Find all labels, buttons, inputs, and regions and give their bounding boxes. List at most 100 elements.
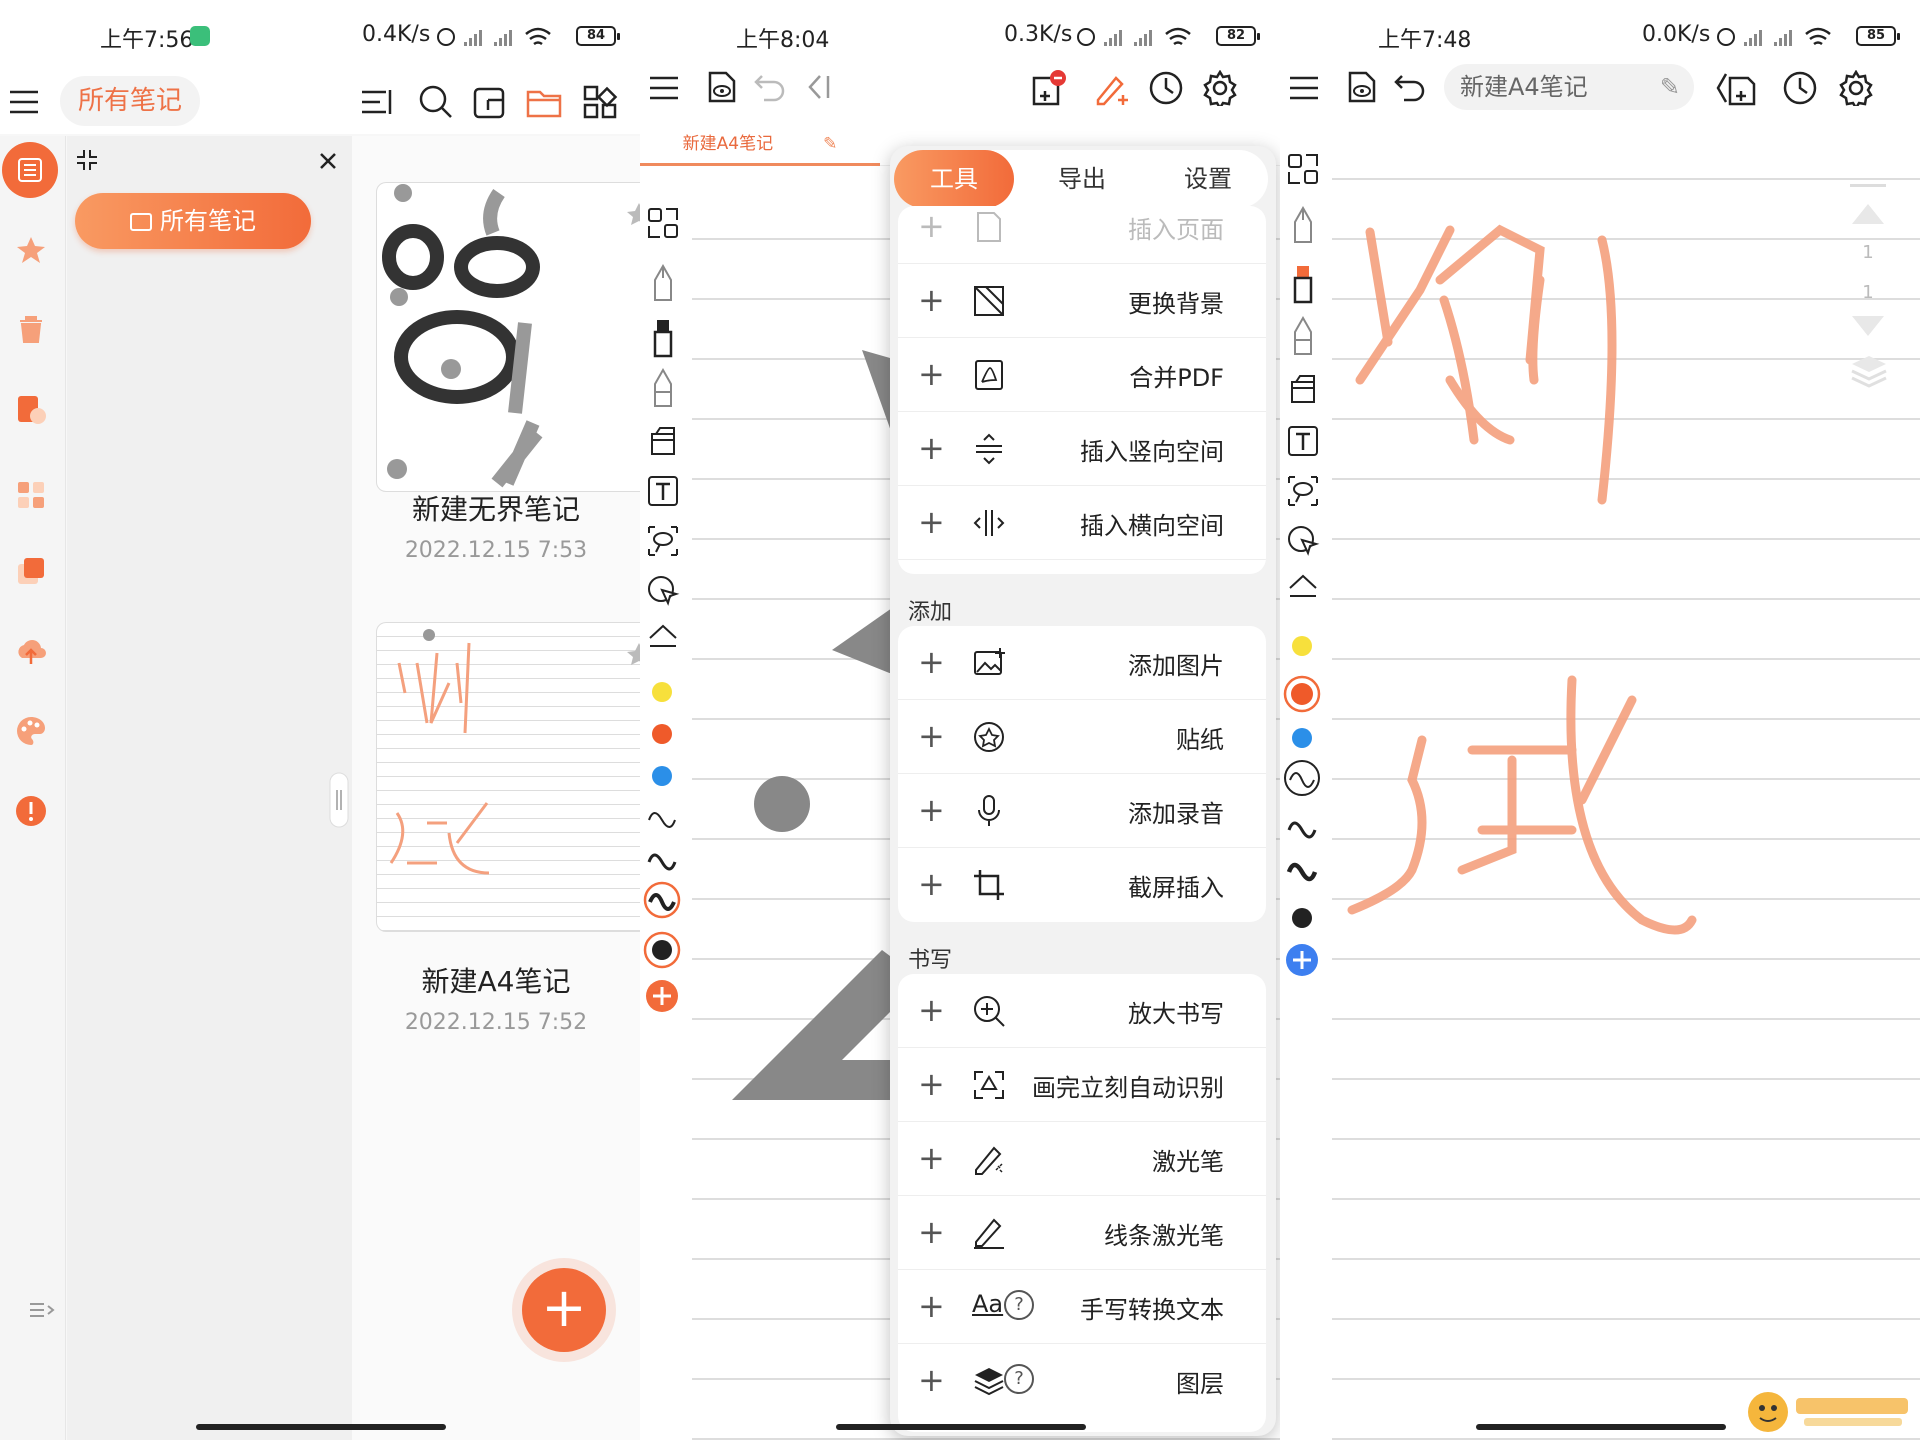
menu-row-merge-pdf[interactable]: + 合并PDF [898,338,1266,412]
add-page-icon[interactable] [1716,70,1760,108]
text-box-icon[interactable] [1286,424,1320,458]
eraser-icon[interactable] [646,424,680,458]
menu-row-add-recording[interactable]: + 添加录音 [898,774,1266,848]
templates-icon[interactable] [14,478,48,512]
pen-add-icon[interactable] [1092,70,1132,108]
menu-row-zoom-writing[interactable]: + 放大书写 [898,974,1266,1048]
menu-row-insert-page[interactable]: + 插入页面 [898,206,1266,264]
lasso-icon[interactable] [646,524,680,558]
menu-row-screenshot-insert[interactable]: + 截屏插入 [898,848,1266,922]
page-up-icon[interactable] [1850,202,1886,226]
lasso-icon[interactable] [1286,474,1320,508]
pencil-icon[interactable] [1288,316,1318,356]
marker-icon[interactable] [648,318,678,358]
page-canvas[interactable] [1332,120,1920,1440]
star-icon[interactable] [14,234,48,268]
note-title-field[interactable]: 新建A4笔记 ✎ [1444,64,1694,110]
collapse-toolbar-icon[interactable] [806,72,832,102]
undo-icon[interactable] [754,72,786,102]
color-blue[interactable] [652,766,672,786]
color-yellow[interactable] [652,682,672,702]
color-black[interactable] [1292,908,1312,928]
stroke-thick-icon[interactable] [1286,854,1318,882]
nav-all-notes[interactable] [2,142,58,198]
expand-sidebar-icon[interactable] [26,1296,60,1330]
edit-title-icon[interactable]: ✎ [823,134,837,154]
menu-row-insert-vertical-space[interactable]: + 插入竖向空间 [898,412,1266,486]
page-down-icon[interactable] [1850,314,1886,338]
note-title[interactable]: 新建无界笔记 [352,488,640,528]
folder-chip[interactable]: 所有笔记 [60,76,201,126]
history-icon[interactable] [1148,70,1184,106]
menu-row-change-background[interactable]: + 更换背景 [898,264,1266,338]
read-mode-icon[interactable] [1344,70,1378,104]
folder-icon[interactable] [526,86,562,120]
tab-document[interactable]: 新建A4笔记 ✎ [640,122,880,166]
toolbar-collapse-icon[interactable] [1286,572,1320,600]
alert-icon[interactable] [14,794,48,828]
trash-icon[interactable] [14,312,48,346]
toolbar-collapse-icon[interactable] [646,622,680,650]
grid-view-icon[interactable] [582,84,618,120]
note-card[interactable] [376,622,640,932]
marker-icon[interactable] [1288,264,1318,304]
color-black[interactable] [642,930,682,970]
select-icon[interactable] [646,574,680,608]
all-notes-folder-button[interactable]: 所有笔记 [75,193,311,249]
menu-icon[interactable] [1288,72,1320,104]
eraser-icon[interactable] [1286,372,1320,406]
search-icon[interactable] [418,84,454,120]
stroke-thin-icon[interactable] [1282,758,1322,798]
menu-icon[interactable] [8,86,40,118]
edit-icon[interactable]: ✎ [1660,64,1680,110]
tab-settings[interactable]: 设置 [1148,150,1268,208]
add-color-icon[interactable] [644,978,680,1014]
stroke-thick-icon[interactable] [642,880,682,920]
menu-row-insert-horizontal-space[interactable]: + 插入横向空间 [898,486,1266,560]
menu-row-sticker[interactable]: + 贴纸 [898,700,1266,774]
menu-row-laser-pointer[interactable]: + 激光笔 [898,1122,1266,1196]
copy-icon[interactable] [14,554,48,588]
fountain-pen-icon[interactable] [648,264,678,304]
collapse-icon[interactable] [75,148,99,172]
recent-notes-icon[interactable] [14,392,48,426]
layers-icon[interactable] [1850,354,1888,390]
sort-icon[interactable] [360,86,394,120]
tab-export[interactable]: 导出 [1022,150,1142,208]
menu-row-add-image[interactable]: + 添加图片 [898,626,1266,700]
palette-icon[interactable] [14,714,48,748]
select-icon[interactable] [1286,524,1320,558]
close-icon[interactable] [319,152,337,170]
note-title[interactable]: 新建A4笔记 [352,960,640,1000]
stroke-medium-icon[interactable] [1286,812,1318,840]
menu-row-line-laser[interactable]: + 线条激光笔 [898,1196,1266,1270]
menu-row-auto-recognize[interactable]: + 画完立刻自动识别 [898,1048,1266,1122]
color-red[interactable] [1282,674,1322,714]
stroke-thin-icon[interactable] [646,802,678,830]
text-box-icon[interactable] [646,474,680,508]
settings-icon[interactable] [1838,70,1874,106]
settings-icon[interactable] [1202,70,1238,106]
color-yellow[interactable] [1292,636,1312,656]
color-red[interactable] [652,724,672,744]
history-icon[interactable] [1782,70,1818,106]
shapes-icon[interactable] [646,206,680,240]
shapes-icon[interactable] [1286,152,1320,186]
menu-row-handwriting-to-text[interactable]: + Aa? 手写转换文本 [898,1270,1266,1344]
add-color-icon[interactable] [1284,942,1320,978]
stroke-medium-icon[interactable] [646,844,678,872]
read-mode-icon[interactable] [704,70,738,104]
menu-row-layers[interactable]: +? 图层 [898,1344,1266,1418]
color-blue[interactable] [1292,728,1312,748]
tab-tools[interactable]: 工具 [894,150,1014,208]
fountain-pen-icon[interactable] [1288,206,1318,246]
drag-handle-icon[interactable] [329,772,349,828]
cloud-upload-icon[interactable] [14,634,48,668]
notebook-icon[interactable] [472,86,506,120]
add-page-icon[interactable] [1028,68,1068,108]
menu-icon[interactable] [648,72,680,104]
pencil-icon[interactable] [648,368,678,408]
new-note-button[interactable]: + [522,1268,606,1352]
note-card[interactable] [376,182,640,492]
undo-icon[interactable] [1394,72,1426,102]
